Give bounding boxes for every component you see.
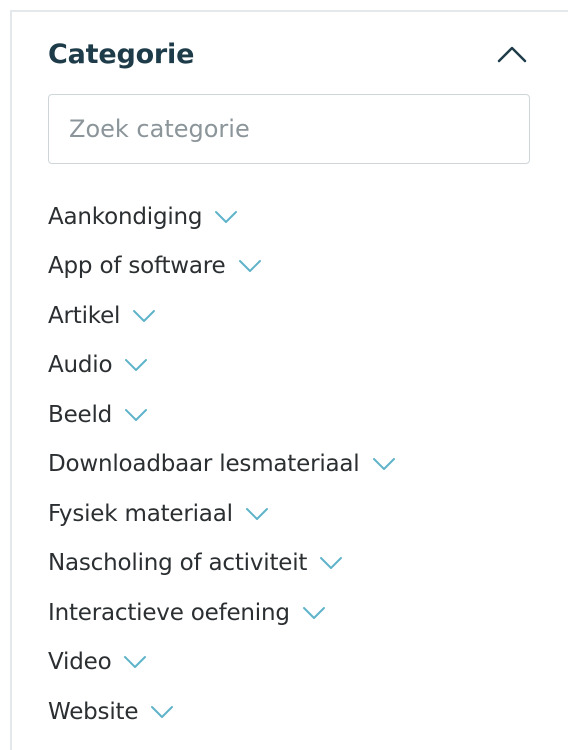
chevron-down-icon[interactable]	[124, 408, 148, 422]
category-search-input[interactable]	[48, 94, 530, 164]
category-item-label: Aankondiging	[48, 203, 203, 230]
category-item-label: Artikel	[48, 302, 121, 329]
category-item-nascholing-of-activiteit[interactable]: Nascholing of activiteit	[48, 539, 396, 589]
category-item-video[interactable]: Video	[48, 638, 396, 688]
category-list: Aankondiging App of software Artikel Aud…	[48, 192, 396, 737]
category-item-interactieve-oefening[interactable]: Interactieve oefening	[48, 588, 396, 638]
category-item-audio[interactable]: Audio	[48, 341, 396, 391]
chevron-down-icon[interactable]	[302, 606, 326, 620]
chevron-down-icon[interactable]	[123, 655, 147, 669]
category-item-artikel[interactable]: Artikel	[48, 291, 396, 341]
chevron-down-icon[interactable]	[372, 457, 396, 471]
category-item-beeld[interactable]: Beeld	[48, 390, 396, 440]
category-filter-panel: Categorie Aankondiging App of software A…	[10, 10, 568, 750]
category-item-fysiek-materiaal[interactable]: Fysiek materiaal	[48, 489, 396, 539]
category-item-website[interactable]: Website	[48, 687, 396, 737]
category-item-downloadbaar-lesmateriaal[interactable]: Downloadbaar lesmateriaal	[48, 440, 396, 490]
chevron-down-icon[interactable]	[132, 309, 156, 323]
filter-header: Categorie	[48, 26, 532, 82]
category-item-label: Video	[48, 649, 112, 676]
category-item-label: Fysiek materiaal	[48, 500, 233, 527]
category-item-label: Interactieve oefening	[48, 599, 290, 626]
chevron-down-icon[interactable]	[238, 259, 262, 273]
chevron-up-icon	[497, 46, 527, 63]
chevron-down-icon[interactable]	[150, 705, 174, 719]
chevron-down-icon[interactable]	[214, 210, 238, 224]
category-item-app-of-software[interactable]: App of software	[48, 242, 396, 292]
collapse-button[interactable]	[492, 34, 532, 74]
category-item-label: Audio	[48, 352, 113, 379]
category-item-label: Beeld	[48, 401, 113, 428]
chevron-down-icon[interactable]	[245, 507, 269, 521]
category-item-label: Website	[48, 698, 139, 725]
chevron-down-icon[interactable]	[124, 358, 148, 372]
chevron-down-icon[interactable]	[319, 556, 343, 570]
category-item-label: App of software	[48, 253, 226, 280]
category-item-aankondiging[interactable]: Aankondiging	[48, 192, 396, 242]
category-item-label: Nascholing of activiteit	[48, 550, 308, 577]
category-item-label: Downloadbaar lesmateriaal	[48, 451, 360, 478]
filter-title: Categorie	[48, 38, 195, 70]
